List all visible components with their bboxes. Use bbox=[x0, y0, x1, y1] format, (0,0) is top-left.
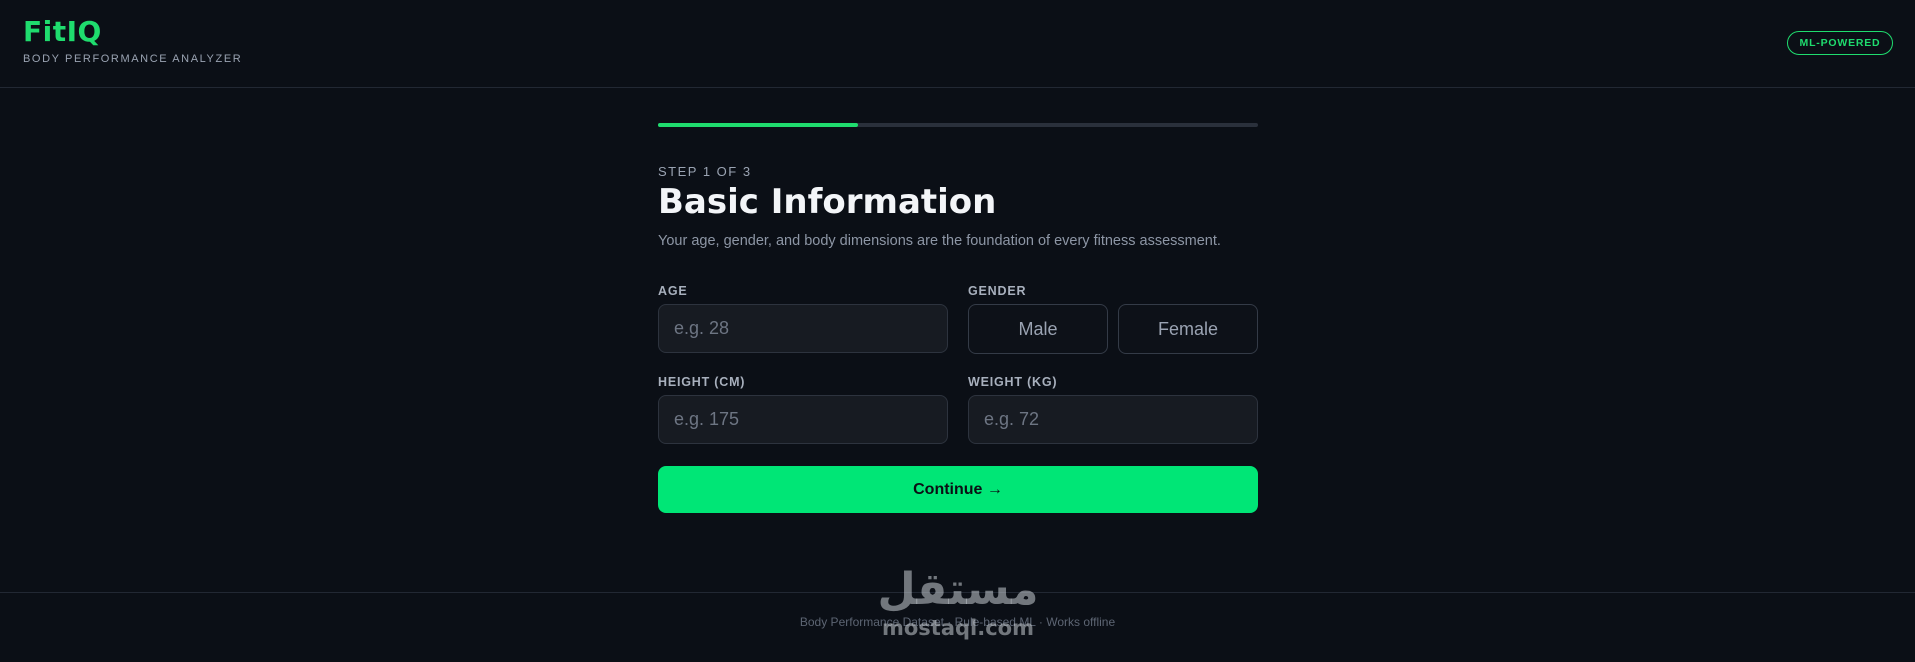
page-title: Basic Information bbox=[658, 182, 997, 222]
weight-label: WEIGHT (KG) bbox=[968, 375, 1058, 389]
app-tagline: BODY PERFORMANCE ANALYZER bbox=[23, 53, 243, 65]
progress-bar-fill bbox=[658, 123, 858, 127]
height-input[interactable] bbox=[658, 395, 948, 444]
gender-label: GENDER bbox=[968, 284, 1027, 298]
app-footer: Body Performance Dataset · Rule-based ML… bbox=[0, 592, 1915, 662]
progress-bar bbox=[658, 123, 1258, 127]
height-label: HEIGHT (CM) bbox=[658, 375, 746, 389]
ml-powered-badge: ML-POWERED bbox=[1787, 31, 1893, 55]
age-input[interactable] bbox=[658, 304, 948, 353]
footer-text: Body Performance Dataset · Rule-based ML… bbox=[799, 615, 1116, 629]
age-label: AGE bbox=[658, 284, 688, 298]
app-header: FitIQ BODY PERFORMANCE ANALYZER ML-POWER… bbox=[0, 0, 1915, 88]
page-description: Your age, gender, and body dimensions ar… bbox=[658, 233, 1221, 249]
step-indicator: STEP 1 OF 3 bbox=[658, 164, 752, 179]
app-logo[interactable]: FitIQ bbox=[23, 18, 102, 46]
gender-male-button[interactable]: Male bbox=[968, 304, 1108, 354]
weight-input[interactable] bbox=[968, 395, 1258, 444]
continue-button[interactable]: Continue → bbox=[658, 466, 1258, 513]
gender-female-button[interactable]: Female bbox=[1118, 304, 1258, 354]
